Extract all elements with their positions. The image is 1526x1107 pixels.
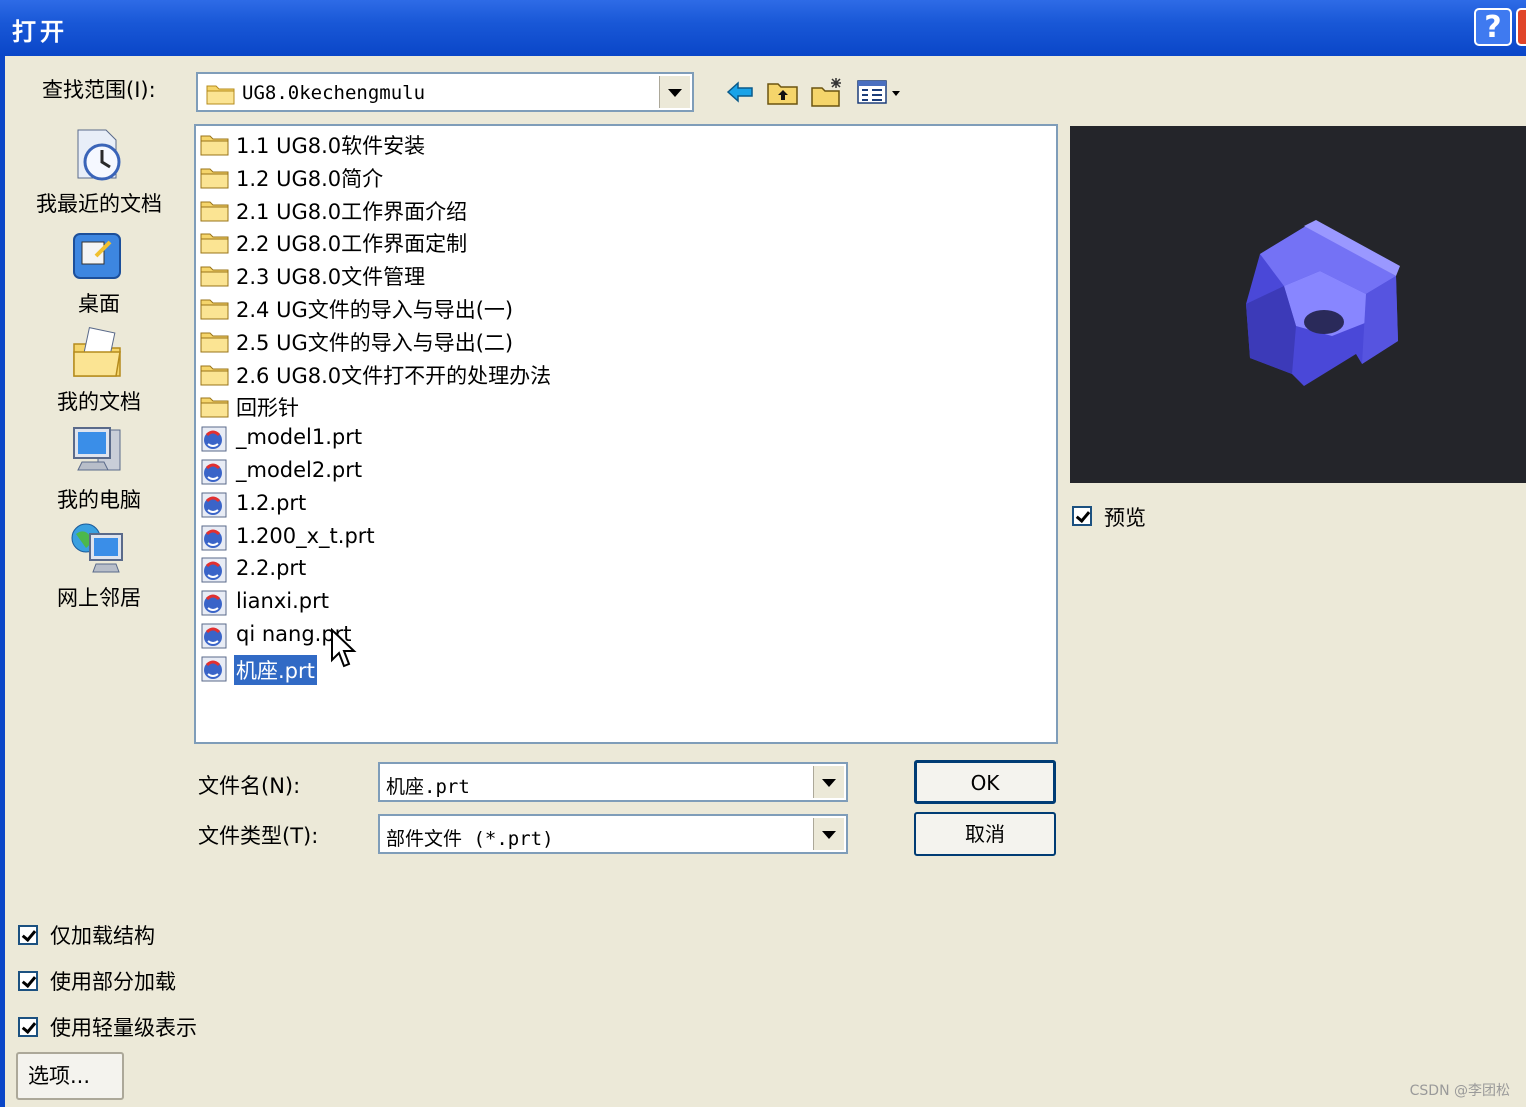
look-in-value: UG8.0kechengmulu bbox=[242, 82, 426, 104]
folder-icon bbox=[200, 201, 229, 222]
folder-icon bbox=[200, 397, 229, 418]
filename-input[interactable]: 机座.prt bbox=[378, 762, 848, 802]
help-button[interactable]: ? bbox=[1474, 8, 1512, 46]
title-bar[interactable]: 打开 ? bbox=[0, 0, 1526, 56]
prt-file-icon bbox=[201, 590, 227, 616]
prt-file-icon bbox=[201, 623, 227, 649]
prt-file-icon bbox=[201, 492, 227, 518]
folder-icon bbox=[200, 365, 229, 386]
place-label: 我的文档 bbox=[57, 390, 141, 414]
place-label: 网上邻居 bbox=[57, 586, 141, 610]
filename-value: 机座.prt bbox=[386, 776, 470, 798]
prt-file-icon bbox=[201, 656, 227, 682]
filetype-dropdown-arrow[interactable] bbox=[813, 818, 844, 850]
place-recent-documents[interactable]: 我最近的文档 bbox=[24, 126, 174, 218]
filetype-select[interactable]: 部件文件 (*.prt) bbox=[378, 814, 848, 854]
window-frame bbox=[0, 56, 5, 1107]
file-name: 回形针 bbox=[236, 396, 299, 421]
prt-file-icon bbox=[201, 557, 227, 583]
file-name: 2.4 UG文件的导入与导出(一) bbox=[236, 298, 514, 322]
prt-file-icon bbox=[201, 525, 227, 551]
preview-checkbox-label: 预览 bbox=[1104, 506, 1146, 530]
look-in-dropdown-arrow[interactable] bbox=[659, 76, 690, 108]
desktop-icon bbox=[73, 233, 121, 279]
view-menu-icon[interactable] bbox=[856, 76, 904, 108]
preview-checkbox[interactable] bbox=[1072, 506, 1092, 526]
look-in-combo[interactable]: UG8.0kechengmulu bbox=[196, 72, 694, 112]
place-label: 我的电脑 bbox=[57, 488, 141, 512]
load-structure-only-checkbox[interactable] bbox=[18, 925, 38, 945]
close-button[interactable] bbox=[1516, 8, 1526, 46]
file-name: 1.1 UG8.0软件安装 bbox=[236, 134, 426, 158]
filename-dropdown-arrow[interactable] bbox=[813, 766, 844, 798]
lightweight-representation-checkbox[interactable] bbox=[18, 1017, 38, 1037]
up-folder-icon[interactable] bbox=[766, 76, 800, 108]
cancel-button[interactable]: 取消 bbox=[914, 812, 1056, 856]
model-preview-image bbox=[1246, 220, 1400, 386]
watermark: CSDN @李团松 bbox=[1409, 1083, 1510, 1099]
file-name: 2.1 UG8.0工作界面介绍 bbox=[236, 199, 468, 224]
my-computer-icon bbox=[73, 427, 121, 471]
place-my-computer[interactable]: 我的电脑 bbox=[24, 422, 174, 514]
place-network[interactable]: 网上邻居 bbox=[24, 520, 174, 612]
place-desktop[interactable]: 桌面 bbox=[24, 226, 174, 318]
place-label: 桌面 bbox=[78, 292, 120, 316]
back-icon[interactable] bbox=[724, 76, 758, 108]
folder-icon bbox=[200, 233, 229, 254]
file-name: 1.200_x_t.prt bbox=[236, 523, 375, 548]
folder-icon bbox=[200, 135, 229, 156]
file-name: 2.2.prt bbox=[236, 556, 307, 581]
look-in-label: 查找范围(I): bbox=[42, 78, 156, 102]
folder-icon bbox=[200, 266, 229, 287]
folder-icon bbox=[200, 168, 229, 189]
file-name: lianxi.prt bbox=[236, 589, 329, 614]
new-folder-icon[interactable] bbox=[810, 76, 844, 108]
network-places-icon bbox=[71, 523, 123, 573]
file-list[interactable]: 1.1 UG8.0软件安装 1.2 UG8.0简介 2.1 UG8.0工作界面介绍 2… bbox=[194, 124, 1058, 744]
folder-icon bbox=[200, 299, 229, 320]
filetype-value: 部件文件 (*.prt) bbox=[386, 828, 554, 850]
filetype-label: 文件类型(T): bbox=[198, 824, 319, 848]
file-name: _model1.prt bbox=[236, 425, 363, 450]
file-name: 机座.prt bbox=[234, 654, 317, 685]
filename-label: 文件名(N): bbox=[198, 774, 301, 798]
partial-load-checkbox[interactable] bbox=[18, 971, 38, 991]
my-documents-icon bbox=[73, 327, 121, 377]
prt-file-icon bbox=[201, 426, 227, 452]
mouse-cursor-icon bbox=[331, 628, 357, 668]
partial-load-label: 使用部分加载 bbox=[50, 970, 176, 994]
window-title: 打开 bbox=[12, 18, 68, 46]
load-structure-only-label: 仅加载结构 bbox=[50, 924, 155, 948]
file-name: 1.2.prt bbox=[236, 490, 307, 515]
preview-pane bbox=[1070, 126, 1526, 483]
folder-icon bbox=[206, 85, 235, 105]
options-button[interactable]: 选项... bbox=[16, 1052, 124, 1100]
file-name: _model2.prt bbox=[236, 458, 363, 482]
folder-icon bbox=[200, 332, 229, 353]
ok-button[interactable]: OK bbox=[914, 760, 1056, 804]
lightweight-representation-label: 使用轻量级表示 bbox=[50, 1016, 197, 1040]
place-label: 我最近的文档 bbox=[36, 192, 162, 216]
file-name: 1.2 UG8.0简介 bbox=[236, 166, 384, 191]
recent-documents-icon bbox=[77, 129, 121, 181]
file-name: 2.2 UG8.0工作界面定制 bbox=[236, 232, 468, 257]
file-name: 2.6 UG8.0文件打不开的处理办法 bbox=[236, 363, 552, 388]
file-name: 2.5 UG文件的导入与导出(二) bbox=[236, 330, 514, 355]
place-my-documents[interactable]: 我的文档 bbox=[24, 324, 174, 416]
prt-file-icon bbox=[201, 459, 227, 485]
file-name: 2.3 UG8.0文件管理 bbox=[236, 265, 426, 290]
